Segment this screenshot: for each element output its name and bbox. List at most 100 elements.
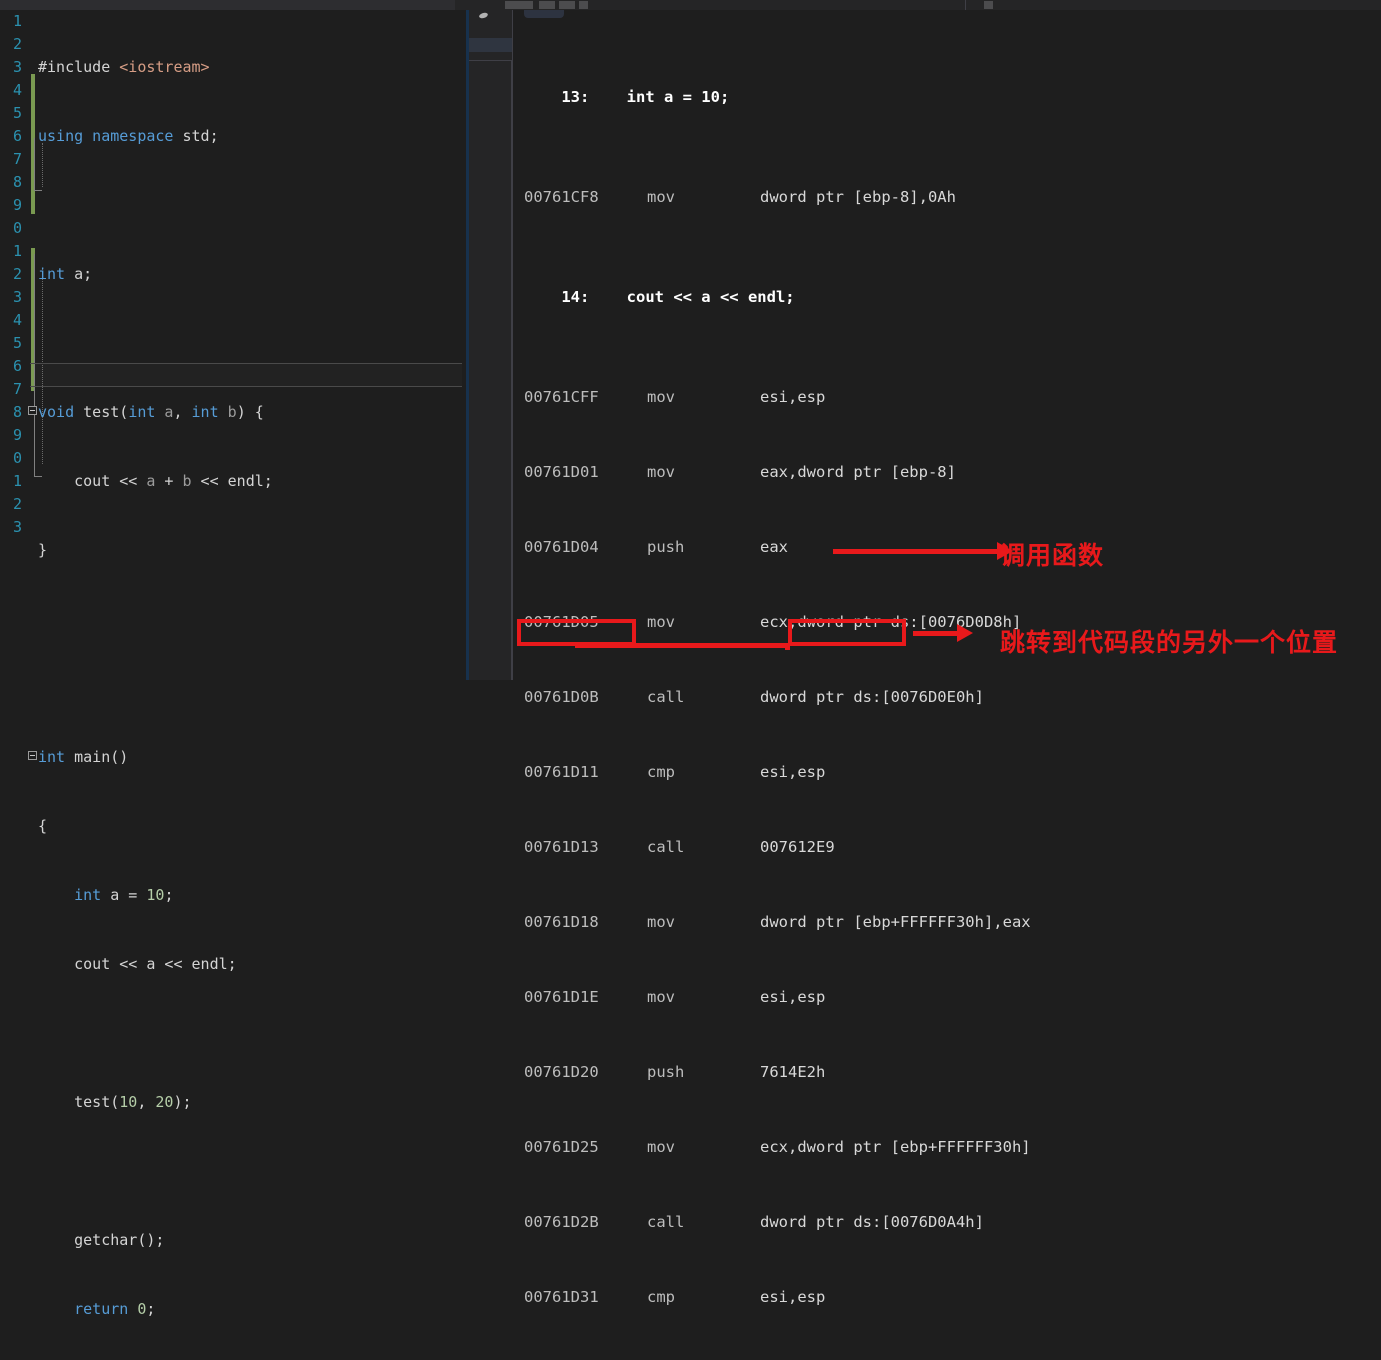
line-number: 3 [12,518,22,536]
annotation-arrow-line-1 [833,549,1001,554]
instruction-mnemonic: push [647,1063,685,1081]
instruction-row[interactable]: 00761D31 cmp esi,esp [524,1285,1381,1310]
instruction-row[interactable]: 00761D01 mov eax,dword ptr [ebp-8] [524,460,1381,485]
line-number: 8 [12,403,22,421]
instruction-address: 00761D04 [524,538,599,556]
disassembly-panel[interactable]: 13: int a = 10; 00761CF8 mov dword ptr [eb… [469,10,1381,1306]
instruction-address: 00761D01 [524,463,599,481]
annotation-box-address [517,619,636,646]
instruction-mnemonic: push [647,538,685,556]
instruction-address: 00761D2B [524,1213,599,1231]
panel-row-highlight [469,38,512,52]
tab-fragment-left[interactable] [455,0,966,10]
instruction-mnemonic: cmp [647,763,675,781]
instruction-address: 00761D18 [524,913,599,931]
code-line: getchar(); [38,1231,165,1249]
code-line: void test(int a, int b) { [28,401,466,424]
line-number: 1 [12,242,22,260]
instruction-operands: esi,esp [760,988,826,1006]
instruction-operands: eax,dword ptr [ebp-8] [760,463,956,481]
instruction-mnemonic: mov [647,913,675,931]
instruction-operands: dword ptr [ebp-8],0Ah [760,188,956,206]
instruction-address: 00761D0B [524,688,599,706]
line-number: 6 [12,127,22,145]
instruction-mnemonic: mov [647,988,675,1006]
instruction-operands: esi,esp [760,763,826,781]
instruction-mnemonic: mov [647,188,675,206]
tab-glyph [579,1,588,9]
instruction-operands: esi,esp [760,388,826,406]
code-line: { [38,817,48,835]
instruction-mnemonic: call [647,688,685,706]
current-line-highlight [30,363,466,387]
line-number: 5 [12,104,22,122]
instruction-row[interactable]: 00761D1E mov esi,esp [524,985,1381,1010]
tab-glyph [984,1,993,9]
instruction-row[interactable]: 00761D25 mov ecx,dword ptr [ebp+FFFFFF30h] [524,1135,1381,1160]
line-number: 6 [12,357,22,375]
code-line: cout << a + b << endl; [38,472,273,490]
disassembly-listing[interactable]: 13: int a = 10; 00761CF8 mov dword ptr [eb… [524,10,1381,1306]
instruction-operands: 007612E9 [760,838,835,856]
tab-fragment-right[interactable] [966,0,1381,10]
annotation-arrow-head-2 [957,624,973,642]
instruction-operands: 7614E2h [760,1063,826,1081]
code-line: cout << a << endl; [38,955,237,973]
source-code-editor[interactable]: 1 2 3 4 5 6 7 8 9 0 1 2 3 4 5 6 7 8 9 0 … [0,10,466,1318]
annotation-connector-stub [785,643,790,650]
line-number: 4 [12,311,22,329]
line-number: 9 [12,426,22,444]
instruction-row[interactable]: 00761D2B call dword ptr ds:[0076D0A4h] [524,1210,1381,1235]
line-number: 0 [12,449,22,467]
instruction-row[interactable]: 00761D11 cmp esi,esp [524,760,1381,785]
instruction-row[interactable]: 00761CFF mov esi,esp [524,385,1381,410]
instruction-row[interactable]: 00761D04 push eax [524,535,1381,560]
instruction-address: 00761D1E [524,988,599,1006]
line-number: 1 [12,12,22,30]
instruction-row[interactable]: 00761D18 mov dword ptr [ebp+FFFFFF30h],eax [524,910,1381,935]
code-line: #include <iostream> [38,58,210,76]
instruction-mnemonic: call [647,838,685,856]
collapse-toggle-icon[interactable] [28,406,37,415]
instruction-operands: esi,esp [760,1288,826,1306]
floating-panel-fragment [469,10,512,61]
line-number: 9 [12,196,22,214]
instruction-operands: eax [760,538,788,556]
instruction-row[interactable]: 00761D20 push 7614E2h [524,1060,1381,1085]
instruction-mnemonic: mov [647,613,675,631]
tab-glyph [559,1,575,9]
annotation-box-target-address [788,619,906,646]
code-line: test(10, 20); [38,1093,192,1111]
code-line: int a; [38,265,93,283]
line-number: 8 [12,173,22,191]
pin-icon [478,11,489,20]
instruction-row[interactable]: 00761D0B call dword ptr ds:[0076D0E0h] [524,685,1381,710]
source-line-row: 13: int a = 10; [561,88,730,106]
code-line: int a = 10; [74,886,174,904]
instruction-row[interactable]: 00761D13 call 007612E9 [524,835,1381,860]
line-number: 2 [12,495,22,513]
code-text-area[interactable]: #include <iostream> using namespace std;… [28,10,466,1318]
instruction-row[interactable]: 00761CF8 mov dword ptr [ebp-8],0Ah [524,185,1381,210]
instruction-mnemonic: mov [647,388,675,406]
gutter-divider-line [512,10,513,680]
collapse-toggle-icon[interactable] [28,751,37,760]
instruction-operands: dword ptr ds:[0076D0A4h] [760,1213,984,1231]
tab-glyph [539,1,555,9]
line-number: 2 [12,265,22,283]
line-number: 3 [12,288,22,306]
instruction-mnemonic: mov [647,463,675,481]
annotation-jump-text: 跳转到代码段的另外一个位置 [1000,628,1339,657]
disassembly-gutter[interactable] [469,10,512,680]
line-number: 1 [12,472,22,490]
line-number: 0 [12,219,22,237]
window-tab-strip [0,0,1381,10]
code-line: return 0; [74,1300,156,1318]
line-number: 2 [12,35,22,53]
